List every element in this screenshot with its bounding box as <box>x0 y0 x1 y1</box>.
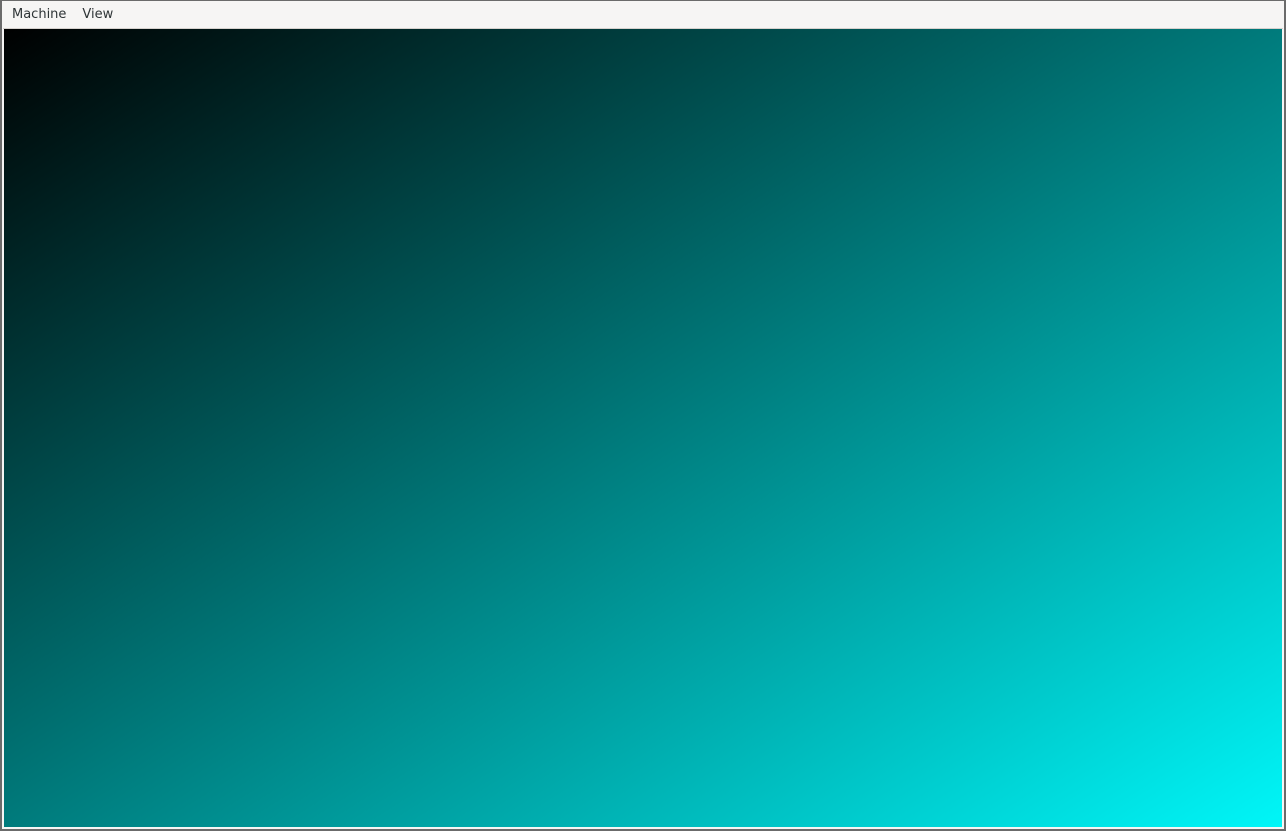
vm-display-screen[interactable] <box>4 29 1282 827</box>
vm-viewer-window: Machine View <box>0 0 1286 831</box>
menu-bar: Machine View <box>3 2 1283 29</box>
menu-view[interactable]: View <box>74 2 121 28</box>
menu-machine[interactable]: Machine <box>3 2 74 28</box>
